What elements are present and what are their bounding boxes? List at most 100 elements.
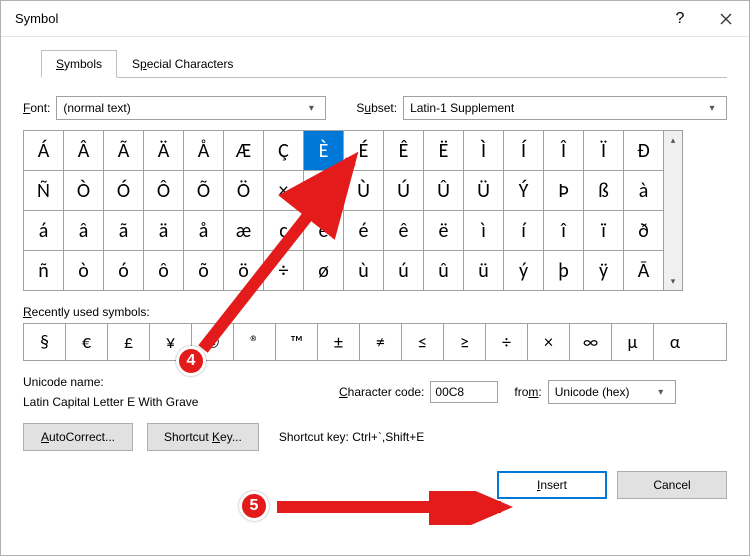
symbol-cell[interactable]: Ï [584, 131, 624, 171]
scroll-down-icon[interactable]: ▾ [664, 272, 682, 290]
symbol-cell[interactable]: ö [224, 251, 264, 291]
symbol-cell[interactable]: ç [264, 211, 304, 251]
recent-symbol-cell[interactable]: ™ [276, 324, 318, 360]
symbol-cell[interactable]: æ [224, 211, 264, 251]
symbol-cell[interactable]: å [184, 211, 224, 251]
insert-button[interactable]: Insert [497, 471, 607, 499]
symbol-cell[interactable]: õ [184, 251, 224, 291]
recent-symbol-cell[interactable]: ≥ [444, 324, 486, 360]
recent-symbol-cell[interactable]: ∞ [570, 324, 612, 360]
symbol-cell[interactable]: î [544, 211, 584, 251]
symbol-cell[interactable]: Ñ [24, 171, 64, 211]
symbol-cell[interactable]: ñ [24, 251, 64, 291]
recent-symbol-cell[interactable]: × [528, 324, 570, 360]
recent-symbol-cell[interactable]: µ [612, 324, 654, 360]
symbol-cell[interactable]: ó [104, 251, 144, 291]
symbol-cell[interactable]: Ò [64, 171, 104, 211]
symbol-cell[interactable]: Ê [384, 131, 424, 171]
symbol-cell[interactable]: Õ [184, 171, 224, 211]
symbol-cell[interactable]: ù [344, 251, 384, 291]
symbol-grid: ÁÂÃÄÅÆÇÈÉÊËÌÍÎÏÐ ÑÒÓÔÕÖ×ØÙÚÛÜÝÞßà áâãäåæçè… [23, 130, 664, 291]
symbol-cell[interactable]: Ã [104, 131, 144, 171]
symbol-cell[interactable]: í [504, 211, 544, 251]
grid-scrollbar[interactable]: ▴ ▾ [664, 130, 683, 291]
symbol-cell[interactable]: Ó [104, 171, 144, 211]
symbol-cell[interactable]: Þ [544, 171, 584, 211]
recent-symbol-cell[interactable]: α [654, 324, 696, 360]
recent-symbol-cell[interactable]: § [24, 324, 66, 360]
symbol-cell[interactable]: ô [144, 251, 184, 291]
symbol-cell[interactable]: Ú [384, 171, 424, 211]
symbol-cell[interactable]: Î [544, 131, 584, 171]
font-select-value: (normal text) [63, 101, 130, 115]
recent-symbol-cell[interactable]: € [66, 324, 108, 360]
symbol-cell[interactable]: á [24, 211, 64, 251]
symbol-cell[interactable]: ÷ [264, 251, 304, 291]
symbol-cell[interactable]: × [264, 171, 304, 211]
symbol-cell[interactable]: ê [384, 211, 424, 251]
symbol-cell[interactable]: Ë [424, 131, 464, 171]
recent-symbol-cell[interactable]: ± [318, 324, 360, 360]
symbol-cell[interactable]: Ö [224, 171, 264, 211]
symbol-cell[interactable]: ý [504, 251, 544, 291]
tab-special-characters[interactable]: Special Characters [117, 50, 248, 78]
symbol-cell[interactable]: ú [384, 251, 424, 291]
recent-symbol-cell[interactable]: ÷ [486, 324, 528, 360]
symbol-cell[interactable]: Ç [264, 131, 304, 171]
symbol-cell[interactable]: é [344, 211, 384, 251]
symbol-cell[interactable]: ð [624, 211, 664, 251]
symbol-cell[interactable]: Ø [304, 171, 344, 211]
scroll-up-icon[interactable]: ▴ [664, 131, 682, 149]
font-select[interactable]: (normal text) ▾ [56, 96, 326, 120]
recent-symbol-cell[interactable]: ≤ [402, 324, 444, 360]
symbol-cell[interactable]: þ [544, 251, 584, 291]
symbol-cell[interactable]: Ä [144, 131, 184, 171]
symbol-cell[interactable]: Ü [464, 171, 504, 211]
symbol-cell[interactable]: ø [304, 251, 344, 291]
symbol-cell[interactable]: ã [104, 211, 144, 251]
symbol-cell[interactable]: Ý [504, 171, 544, 211]
symbol-cell[interactable]: Í [504, 131, 544, 171]
symbol-cell[interactable]: Â [64, 131, 104, 171]
tab-strip: Symbols Special Characters [41, 49, 727, 78]
symbol-cell[interactable]: ì [464, 211, 504, 251]
autocorrect-button[interactable]: AutoCorrect... [23, 423, 133, 451]
close-button[interactable] [703, 1, 749, 37]
symbol-cell[interactable]: â [64, 211, 104, 251]
symbol-cell[interactable]: ß [584, 171, 624, 211]
recent-symbol-cell[interactable]: © [192, 324, 234, 360]
symbol-cell[interactable]: Å [184, 131, 224, 171]
symbol-cell[interactable]: ä [144, 211, 184, 251]
symbol-cell[interactable]: Û [424, 171, 464, 211]
symbol-cell[interactable]: û [424, 251, 464, 291]
symbol-cell[interactable]: È [304, 131, 344, 171]
character-code-input[interactable] [430, 381, 498, 403]
unicode-name-value: Latin Capital Letter E With Grave [23, 395, 323, 409]
symbol-cell[interactable]: ë [424, 211, 464, 251]
symbol-cell[interactable]: Æ [224, 131, 264, 171]
help-button[interactable]: ? [657, 1, 703, 37]
subset-label: Subset: [356, 101, 397, 115]
symbol-cell[interactable]: Ô [144, 171, 184, 211]
recent-symbol-cell[interactable]: ≠ [360, 324, 402, 360]
symbol-cell[interactable]: Á [24, 131, 64, 171]
symbol-cell[interactable]: ò [64, 251, 104, 291]
symbol-cell[interactable]: Ì [464, 131, 504, 171]
symbol-cell[interactable]: ÿ [584, 251, 624, 291]
symbol-cell[interactable]: à [624, 171, 664, 211]
symbol-cell[interactable]: Ā [624, 251, 664, 291]
shortcut-key-button[interactable]: Shortcut Key... [147, 423, 259, 451]
recent-symbol-cell[interactable]: ® [234, 324, 276, 360]
symbol-cell[interactable]: Ð [624, 131, 664, 171]
symbol-cell[interactable]: É [344, 131, 384, 171]
symbol-cell[interactable]: ï [584, 211, 624, 251]
symbol-cell[interactable]: ü [464, 251, 504, 291]
subset-select[interactable]: Latin-1 Supplement ▾ [403, 96, 727, 120]
symbol-cell[interactable]: è [304, 211, 344, 251]
recent-symbol-cell[interactable]: ¥ [150, 324, 192, 360]
recent-symbol-cell[interactable]: £ [108, 324, 150, 360]
from-select[interactable]: Unicode (hex) ▾ [548, 380, 676, 404]
cancel-button[interactable]: Cancel [617, 471, 727, 499]
tab-symbols[interactable]: Symbols [41, 50, 117, 78]
symbol-cell[interactable]: Ù [344, 171, 384, 211]
